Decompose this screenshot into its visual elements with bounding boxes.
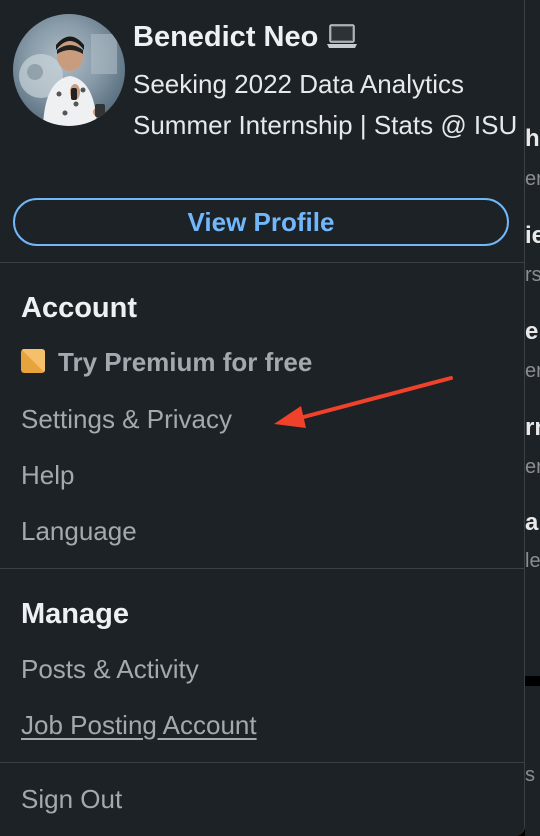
background-separator [525,676,540,686]
premium-gold-icon [21,349,45,373]
background-text: rs [525,264,540,286]
background-text: er [525,360,540,382]
settings-privacy-link[interactable]: Settings & Privacy [21,404,232,435]
profile-header[interactable]: Benedict Neo Seeking 2022 Data Analytics… [0,0,524,262]
view-profile-button[interactable]: View Profile [13,198,509,246]
avatar[interactable] [13,14,125,126]
background-text: h [525,125,540,152]
divider [0,762,524,763]
background-page-edge: h er ie rs e s er rn er ar le s a [525,0,540,836]
job-posting-account-link[interactable]: Job Posting Account [21,710,257,741]
profile-name: Benedict Neo [133,21,358,57]
help-link[interactable]: Help [21,460,74,491]
background-text: s a [525,764,540,786]
profile-dropdown-menu: Benedict Neo Seeking 2022 Data Analytics… [0,0,525,836]
manage-section-title: Manage [21,598,129,630]
language-link[interactable]: Language [21,516,137,547]
try-premium-label: Try Premium for free [58,347,313,377]
posts-activity-link[interactable]: Posts & Activity [21,654,199,685]
profile-headline: Seeking 2022 Data Analytics Summer Inter… [133,69,518,140]
background-text: e s [525,318,540,345]
background-text: rn [525,414,540,441]
try-premium-link[interactable]: Try Premium for free [21,347,312,378]
divider [0,262,524,263]
laptop-icon [326,23,358,57]
background-text: ar [525,509,540,536]
sign-out-link[interactable]: Sign Out [21,784,122,815]
background-text: er [525,456,540,478]
background-text: er [525,168,540,190]
divider [0,568,524,569]
background-text: ie [525,222,540,249]
background-text: le [525,550,540,572]
account-section-title: Account [21,292,137,324]
